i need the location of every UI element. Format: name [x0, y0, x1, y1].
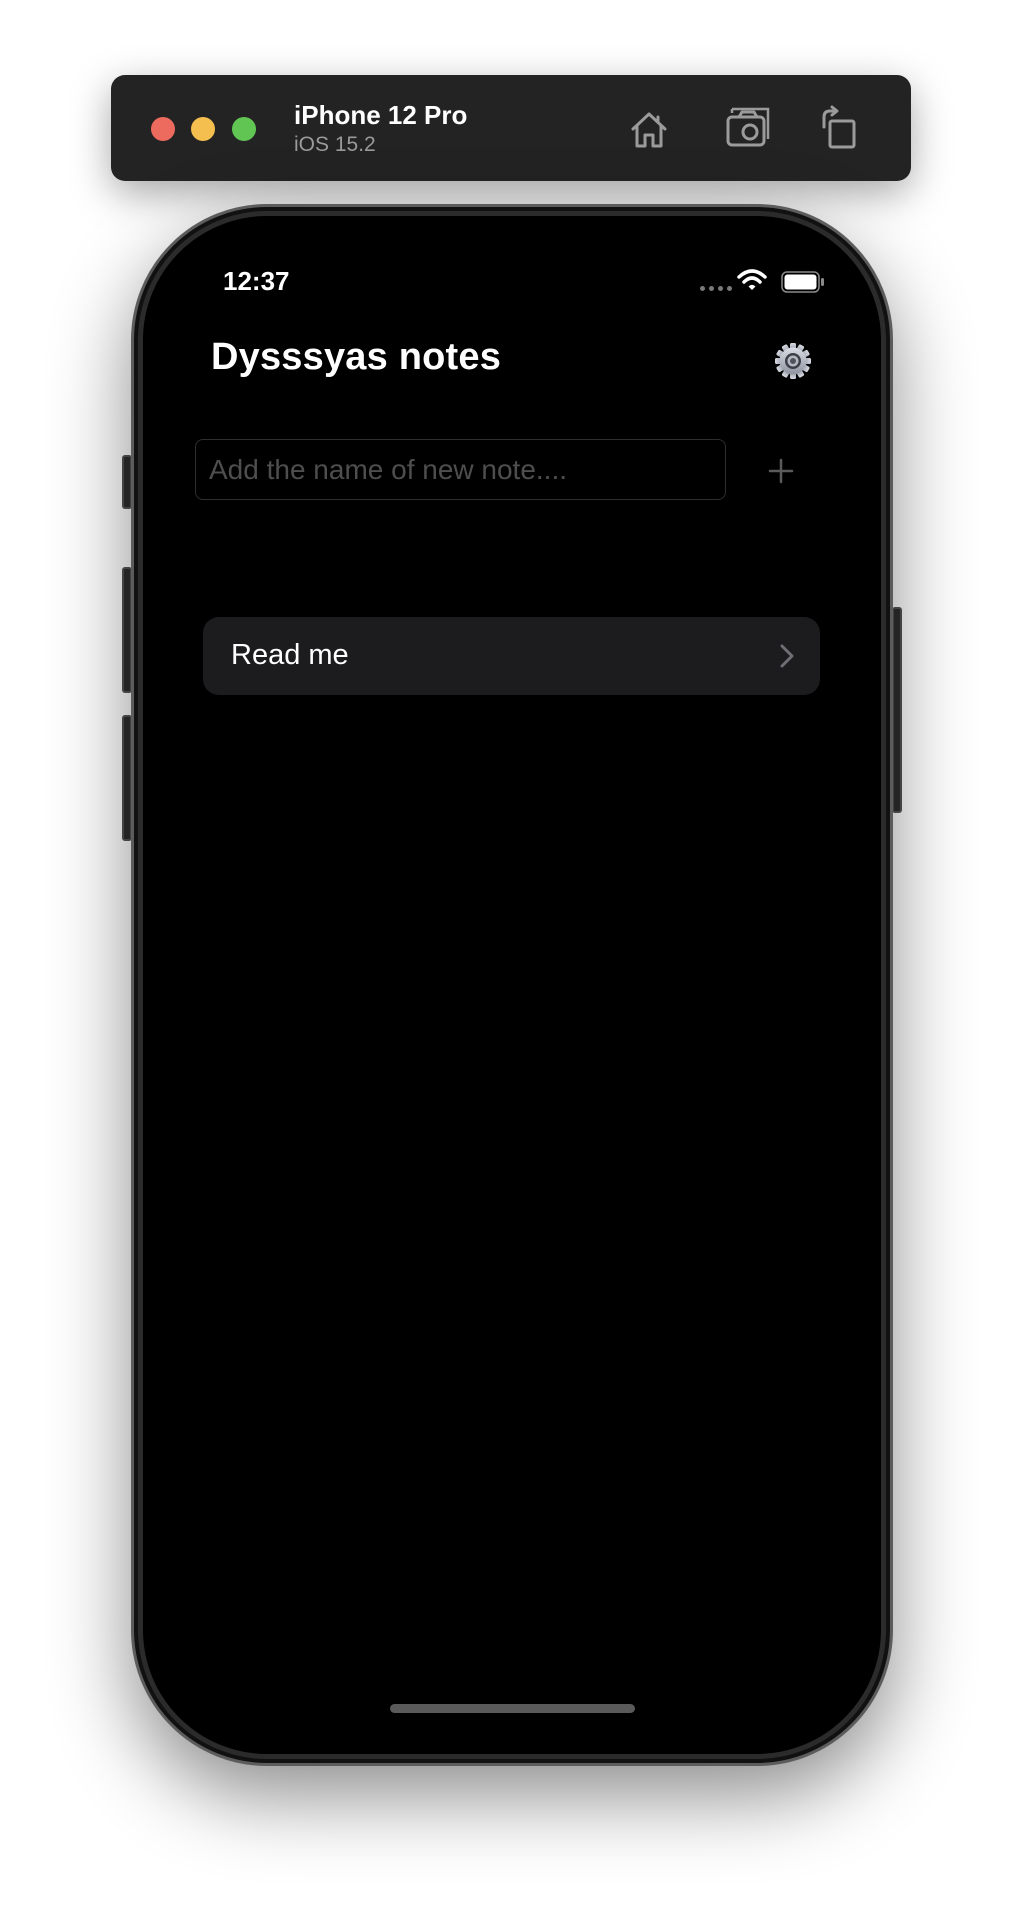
os-version: iOS 15.2	[294, 133, 376, 156]
wifi-icon	[737, 269, 767, 290]
zoom-window-button[interactable]	[232, 117, 256, 141]
settings-button[interactable]	[774, 342, 812, 380]
minimize-window-button[interactable]	[191, 117, 215, 141]
device-name: iPhone 12 Pro	[294, 100, 468, 130]
plus-icon	[768, 458, 794, 484]
home-icon	[631, 112, 667, 148]
rotate-button[interactable]	[814, 105, 862, 153]
note-title: Read me	[231, 639, 349, 671]
rotate-icon	[822, 105, 856, 149]
screenshot-button[interactable]	[724, 105, 772, 153]
note-list-item[interactable]: Read me	[203, 617, 820, 695]
status-time: 12:37	[223, 266, 290, 296]
gear-icon	[775, 343, 811, 379]
add-note-button[interactable]	[761, 451, 801, 491]
home-button[interactable]	[625, 105, 673, 153]
phone-screen: 12:37 Dysssyas notes Add the name of new…	[143, 216, 881, 1754]
chevron-right-icon	[780, 644, 794, 668]
cellular-signal-icon	[700, 286, 732, 291]
close-window-button[interactable]	[151, 117, 175, 141]
new-note-input[interactable]	[195, 439, 726, 500]
screenshot-icon	[726, 107, 770, 147]
page-title: Dysssyas notes	[211, 336, 502, 378]
home-indicator[interactable]	[390, 1704, 635, 1713]
simulator-toolbar: iPhone 12 Pro iOS 15.2	[111, 75, 911, 181]
power-button	[892, 607, 902, 813]
battery-icon	[781, 271, 824, 293]
